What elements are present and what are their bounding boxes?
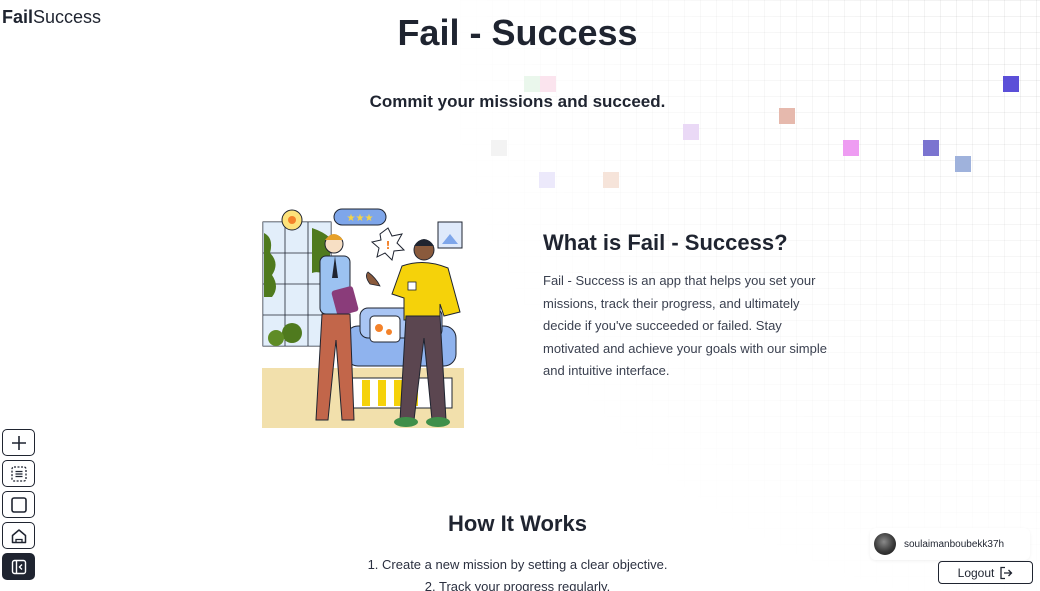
collapse-sidebar-button[interactable] [2, 553, 35, 580]
plus-icon [11, 435, 26, 450]
hero-subtitle: Commit your missions and succeed. [369, 92, 666, 111]
missions-list-button[interactable] [2, 460, 35, 487]
team-discussion-illustration: ★★★ ! [262, 208, 464, 428]
home-button[interactable] [2, 522, 35, 549]
decor-square [491, 140, 507, 156]
logout-button[interactable]: Logout [938, 561, 1033, 584]
square-icon [10, 496, 27, 513]
about-description: Fail - Success is an app that helps you … [543, 273, 827, 378]
logout-label: Logout [957, 565, 995, 580]
board-button[interactable] [2, 491, 35, 518]
list-icon [10, 465, 27, 482]
avatar [874, 533, 896, 555]
about-title: What is Fail - Success? [543, 230, 788, 255]
logout-icon [1000, 566, 1013, 579]
hero-title: Fail - Success [397, 12, 638, 53]
decor-square [923, 140, 939, 156]
decor-square [540, 76, 556, 92]
svg-text:!: ! [385, 239, 390, 252]
decor-square [539, 172, 555, 188]
decor-square [1003, 76, 1019, 92]
user-profile[interactable]: soulaimanboubekk37h [870, 528, 1030, 560]
decor-square [683, 124, 699, 140]
decor-square [524, 76, 540, 92]
step-item: 2. Track your progress regularly. [424, 578, 611, 591]
decor-square [603, 172, 619, 188]
home-icon [11, 528, 26, 543]
add-mission-button[interactable] [2, 429, 35, 456]
decor-square [843, 140, 859, 156]
username: soulaimanboubekk37h [904, 538, 1005, 550]
svg-text:★★★: ★★★ [347, 213, 374, 224]
decor-square [955, 156, 971, 172]
side-nav [2, 429, 36, 584]
sidebar-collapse-icon [11, 559, 26, 574]
